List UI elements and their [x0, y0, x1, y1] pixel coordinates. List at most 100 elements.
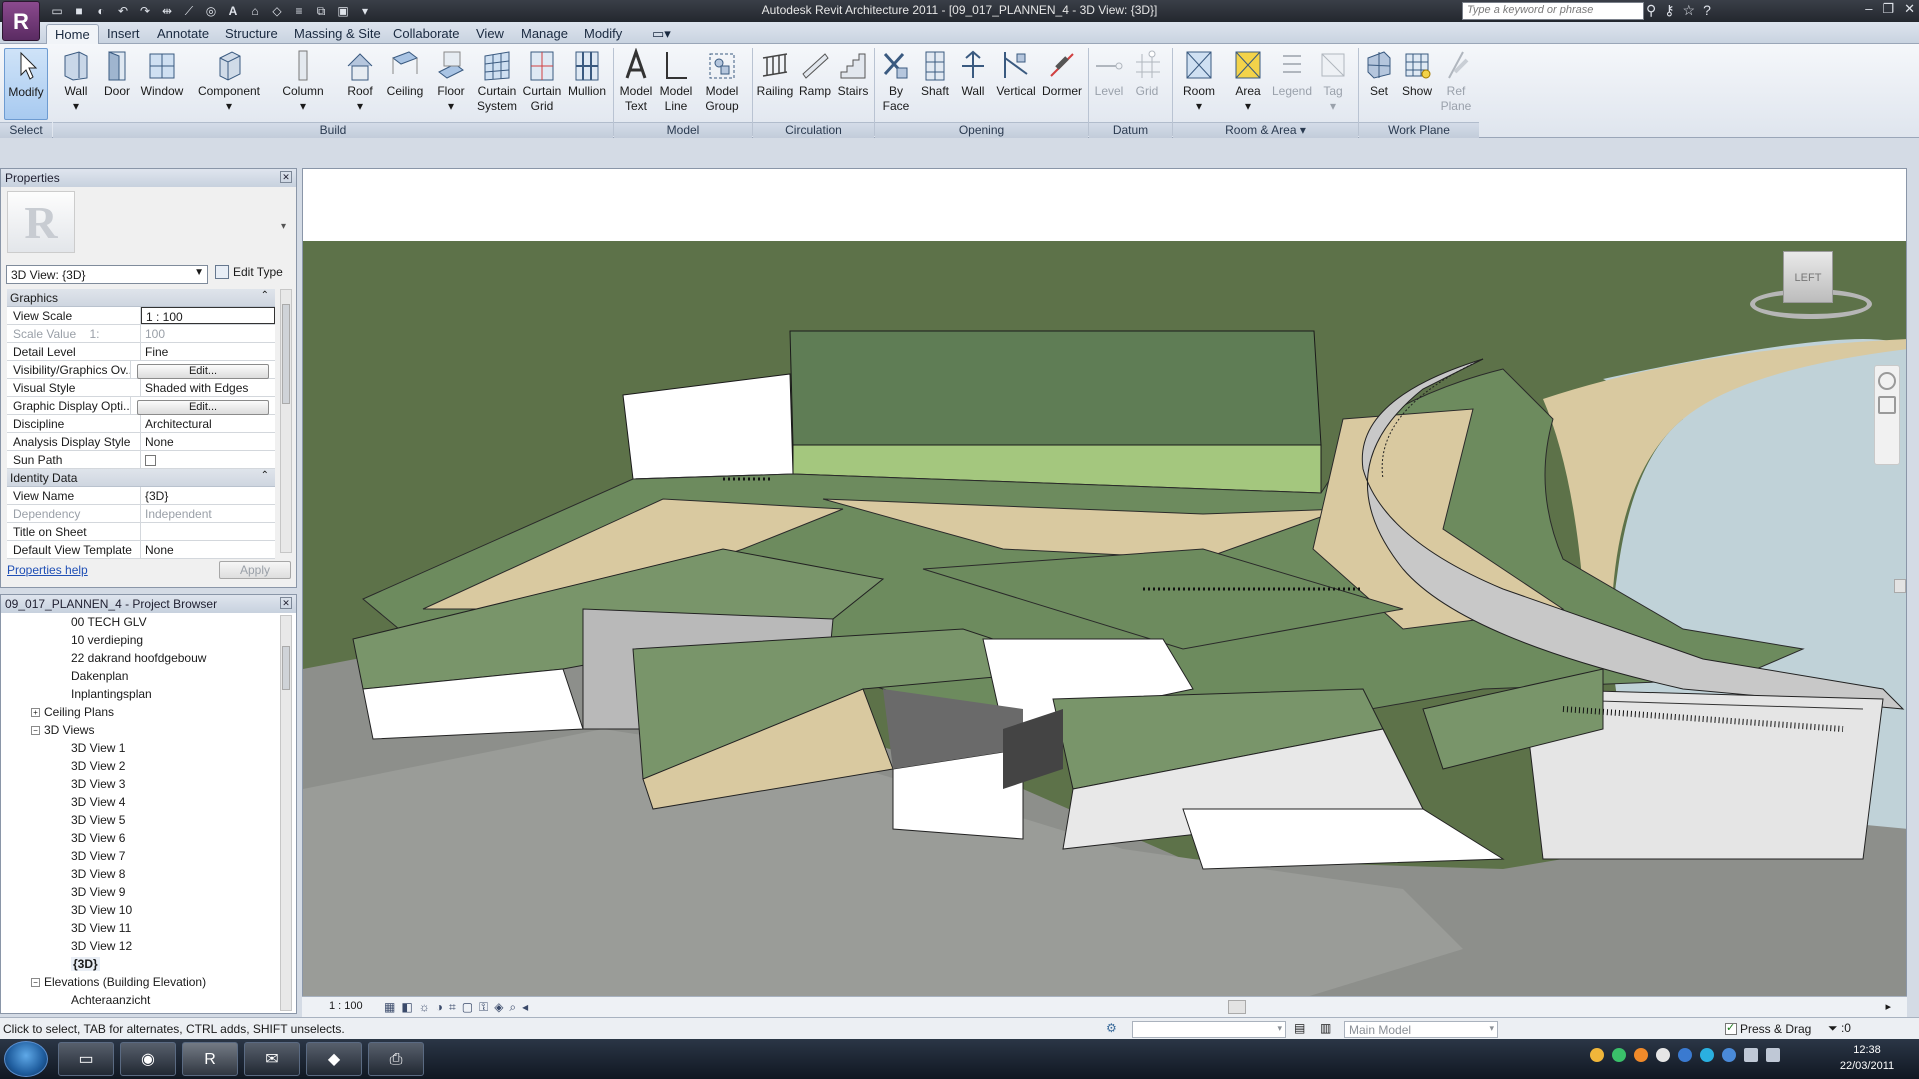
- undo-icon[interactable]: ↶: [114, 3, 132, 19]
- close-hidden-icon[interactable]: ⧉: [312, 3, 330, 19]
- tree-item[interactable]: 3D View 3: [3, 777, 279, 795]
- temporary-hide-icon[interactable]: ◈: [494, 1000, 503, 1015]
- tree-item[interactable]: 3D View 7: [3, 849, 279, 867]
- ref-plane-button[interactable]: Ref Plane: [1438, 48, 1474, 114]
- level-button[interactable]: Level: [1092, 48, 1126, 99]
- browser-scrollbar[interactable]: [280, 615, 292, 1011]
- sun-path-checkbox[interactable]: [145, 455, 156, 466]
- volume-icon[interactable]: [1766, 1048, 1780, 1062]
- detail-level-icon[interactable]: ▦: [384, 1000, 395, 1015]
- thin-lines-icon[interactable]: ≡: [290, 3, 308, 19]
- detail-level-value[interactable]: Fine: [141, 343, 275, 360]
- ceiling-button[interactable]: Ceiling: [384, 48, 426, 99]
- zoom-icon[interactable]: [1878, 396, 1896, 414]
- tree-item-active-view[interactable]: {3D}: [3, 957, 279, 975]
- measure-icon[interactable]: ⇹: [158, 3, 176, 19]
- tray-app-icon[interactable]: [1678, 1048, 1692, 1062]
- panel-room-area[interactable]: Room & Area ▾: [1173, 122, 1358, 138]
- tab-manage[interactable]: Manage: [521, 26, 568, 41]
- component-button[interactable]: Component ▾: [196, 48, 262, 114]
- collapse-icon[interactable]: ⌃: [261, 290, 269, 301]
- model-text-button[interactable]: Model Text: [618, 48, 654, 114]
- prop-row[interactable]: Title on Sheet: [7, 523, 275, 541]
- edit-type-button[interactable]: Edit Type: [215, 265, 283, 279]
- tray-app-icon[interactable]: [1590, 1048, 1604, 1062]
- model-group-button[interactable]: Model Group: [700, 48, 744, 114]
- tree-item[interactable]: 22 dakrand hoofdgebouw: [3, 651, 279, 669]
- shaft-button[interactable]: Shaft: [918, 48, 952, 99]
- application-menu-button[interactable]: R: [2, 1, 40, 41]
- selection-filter[interactable]: ⏷ :0: [1828, 1021, 1851, 1036]
- acrobat-taskbar-button[interactable]: ⎙: [368, 1042, 424, 1076]
- tree-item[interactable]: 00 TECH GLV: [3, 615, 279, 633]
- floor-button[interactable]: Floor ▾: [432, 48, 470, 114]
- prop-row[interactable]: Discipline Architectural: [7, 415, 275, 433]
- tag-qat-icon[interactable]: ◎: [202, 3, 220, 19]
- switch-windows-icon[interactable]: ▣: [334, 3, 352, 19]
- tray-app-icon[interactable]: [1722, 1048, 1736, 1062]
- tab-modify[interactable]: Modify: [584, 26, 622, 41]
- tray-app-icon[interactable]: [1612, 1048, 1626, 1062]
- reveal-hidden-icon[interactable]: ⌕: [509, 1000, 516, 1015]
- tray-app-icon[interactable]: [1700, 1048, 1714, 1062]
- tab-annotate[interactable]: Annotate: [157, 26, 209, 41]
- tab-collaborate[interactable]: Collaborate: [393, 26, 460, 41]
- tree-item[interactable]: 10 verdieping: [3, 633, 279, 651]
- prop-row[interactable]: Sun Path: [7, 451, 275, 469]
- crop-view-icon[interactable]: ⌗: [449, 1000, 456, 1015]
- tree-item[interactable]: 3D View 11: [3, 921, 279, 939]
- type-selector[interactable]: 3D View: {3D} ▼: [6, 265, 208, 284]
- worksets-icon[interactable]: ⚙: [1106, 1021, 1117, 1035]
- sketchup-taskbar-button[interactable]: ◆: [306, 1042, 362, 1076]
- area-button[interactable]: Area ▾: [1228, 48, 1268, 114]
- grid-button[interactable]: Grid: [1130, 48, 1164, 99]
- graphic-display-edit-button[interactable]: Edit...: [137, 400, 269, 415]
- curtain-system-button[interactable]: Curtain System: [476, 48, 518, 114]
- collapse-icon[interactable]: ⌃: [261, 470, 269, 481]
- clock[interactable]: 12:38 22/03/2011: [1822, 1042, 1912, 1074]
- ribbon-toggle-icon[interactable]: ▭▾: [652, 26, 671, 42]
- tab-massing-site[interactable]: Massing & Site: [294, 26, 381, 41]
- type-dropdown-arrow-icon[interactable]: ▾: [281, 221, 286, 232]
- roof-button[interactable]: Roof ▾: [342, 48, 378, 114]
- room-button[interactable]: Room ▾: [1178, 48, 1220, 114]
- editing-requests-icon[interactable]: ▥: [1320, 1021, 1331, 1035]
- minimize-icon[interactable]: –: [1865, 1, 1872, 17]
- help-icon[interactable]: ?: [1703, 2, 1711, 19]
- redo-icon[interactable]: ↷: [136, 3, 154, 19]
- 3d-view-icon[interactable]: ⌂: [246, 3, 264, 19]
- tray-app-icon[interactable]: [1634, 1048, 1648, 1062]
- revit-taskbar-button[interactable]: R: [182, 1042, 238, 1076]
- title-on-sheet-value[interactable]: [141, 523, 275, 540]
- tree-item[interactable]: 3D View 10: [3, 903, 279, 921]
- sync-icon[interactable]: ◐: [92, 3, 110, 19]
- viewcube-face[interactable]: LEFT: [1783, 251, 1833, 303]
- tree-item[interactable]: 3D View 8: [3, 867, 279, 885]
- view-scale-input[interactable]: 1 : 100: [141, 307, 275, 324]
- lock-3d-icon[interactable]: ⚿: [479, 1000, 488, 1015]
- discipline-value[interactable]: Architectural: [141, 415, 275, 432]
- tree-item[interactable]: Inplantingsplan: [3, 687, 279, 705]
- apply-button[interactable]: Apply: [219, 561, 291, 579]
- legend-button[interactable]: Legend: [1270, 48, 1314, 99]
- prop-row[interactable]: Analysis Display Style None: [7, 433, 275, 451]
- tree-item[interactable]: 3D View 9: [3, 885, 279, 903]
- close-icon[interactable]: ✕: [280, 597, 292, 609]
- show-button[interactable]: Show: [1400, 48, 1434, 99]
- shadows-icon[interactable]: ◑: [436, 1000, 443, 1015]
- tab-view[interactable]: View: [476, 26, 504, 41]
- tree-item[interactable]: 3D View 12: [3, 939, 279, 957]
- column-button[interactable]: Column ▾: [280, 48, 326, 114]
- maximize-icon[interactable]: ❐: [1882, 1, 1894, 17]
- wall-opening-button[interactable]: Wall: [956, 48, 990, 99]
- close-icon[interactable]: ✕: [1904, 1, 1915, 17]
- tab-insert[interactable]: Insert: [107, 26, 140, 41]
- press-drag-checkbox[interactable]: [1725, 1021, 1737, 1035]
- tab-home[interactable]: Home: [46, 24, 99, 44]
- scroll-thumb[interactable]: [282, 304, 290, 404]
- collapse-icon[interactable]: −: [31, 978, 40, 988]
- viewcube[interactable]: LEFT: [1746, 251, 1876, 331]
- prop-row[interactable]: View Scale 1 : 100: [7, 307, 275, 325]
- analysis-style-value[interactable]: None: [141, 433, 275, 450]
- open-icon[interactable]: ▭: [48, 3, 66, 19]
